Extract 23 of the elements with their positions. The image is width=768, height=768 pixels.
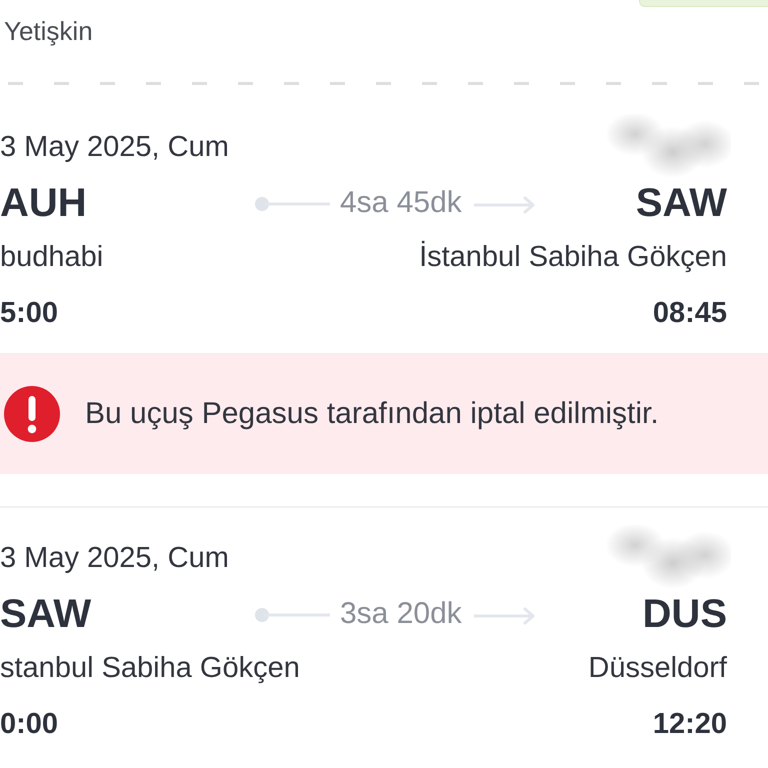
- city-name: Düsseldorf: [588, 651, 727, 686]
- airport-code: SAW: [636, 180, 727, 226]
- airport-code: DUS: [642, 591, 727, 637]
- departure-time: 5:00: [0, 296, 58, 331]
- airport-code: AUH: [0, 180, 87, 226]
- passenger-type: Yetişkin: [3, 16, 93, 46]
- arrival-time: 08:45: [652, 296, 727, 331]
- departure-time: 0:00: [0, 707, 58, 742]
- city-name: budhabi: [0, 240, 104, 275]
- dot-line-icon: [254, 607, 330, 623]
- airport-code: SAW: [0, 591, 92, 637]
- alert-message: Bu uçuş Pegasus tarafından iptal edilmiştir.: [85, 396, 659, 432]
- arrow-icon: [474, 607, 536, 625]
- flight-duration: 3sa 20dk: [340, 596, 462, 632]
- dot-line-icon: [254, 196, 330, 212]
- city-name: İstanbul Sabiha Gökçen: [419, 240, 727, 275]
- arrival-time: 12:20: [652, 707, 727, 742]
- arrow-icon: [474, 196, 536, 214]
- city-name: stanbul Sabiha Gökçen: [0, 651, 300, 686]
- flight-date: 3 May 2025, Cum: [0, 130, 229, 165]
- exclamation-icon: [4, 386, 60, 442]
- flight-duration: 4sa 45dk: [340, 185, 462, 221]
- flight-date: 3 May 2025, Cum: [0, 541, 229, 576]
